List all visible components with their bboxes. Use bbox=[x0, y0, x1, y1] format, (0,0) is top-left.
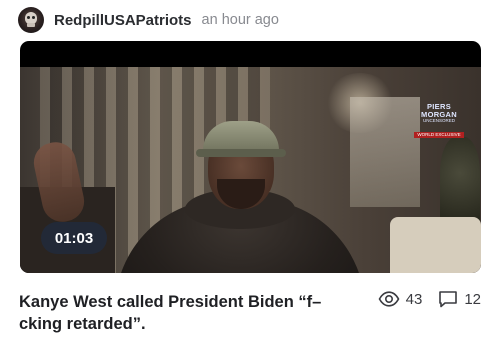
video-duration-badge: 01:03 bbox=[41, 222, 107, 254]
comments-stat[interactable]: 12 bbox=[438, 290, 481, 308]
comment-icon bbox=[439, 291, 458, 308]
avatar[interactable] bbox=[18, 7, 44, 33]
views-stat: 43 bbox=[378, 290, 423, 308]
skull-jaw bbox=[27, 23, 35, 27]
thumbnail-plant bbox=[440, 137, 480, 227]
logo-line-2: MORGAN bbox=[421, 109, 457, 119]
thumbnail-sofa bbox=[390, 217, 481, 273]
comments-count: 12 bbox=[464, 290, 481, 308]
post-card[interactable]: RedpillUSAPatriots an hour ago PIERS MOR… bbox=[0, 0, 500, 342]
post-title[interactable]: Kanye West called President Biden “f–cki… bbox=[19, 291, 349, 335]
channel-logo: PIERS MORGAN UNCENSORED WORLD EXCLUSIVE bbox=[409, 103, 469, 140]
views-count: 43 bbox=[405, 290, 423, 308]
logo-line-3: UNCENSORED bbox=[422, 118, 455, 123]
author-name[interactable]: RedpillUSAPatriots bbox=[54, 12, 192, 29]
thumbnail-cap-brim bbox=[196, 149, 286, 157]
post-stats: 43 12 bbox=[378, 290, 481, 308]
post-header: RedpillUSAPatriots an hour ago bbox=[18, 6, 279, 34]
video-player[interactable]: PIERS MORGAN UNCENSORED WORLD EXCLUSIVE … bbox=[20, 41, 481, 273]
post-time: an hour ago bbox=[201, 12, 279, 28]
logo-line-4: WORLD EXCLUSIVE bbox=[414, 131, 464, 138]
eye-icon bbox=[378, 291, 400, 307]
